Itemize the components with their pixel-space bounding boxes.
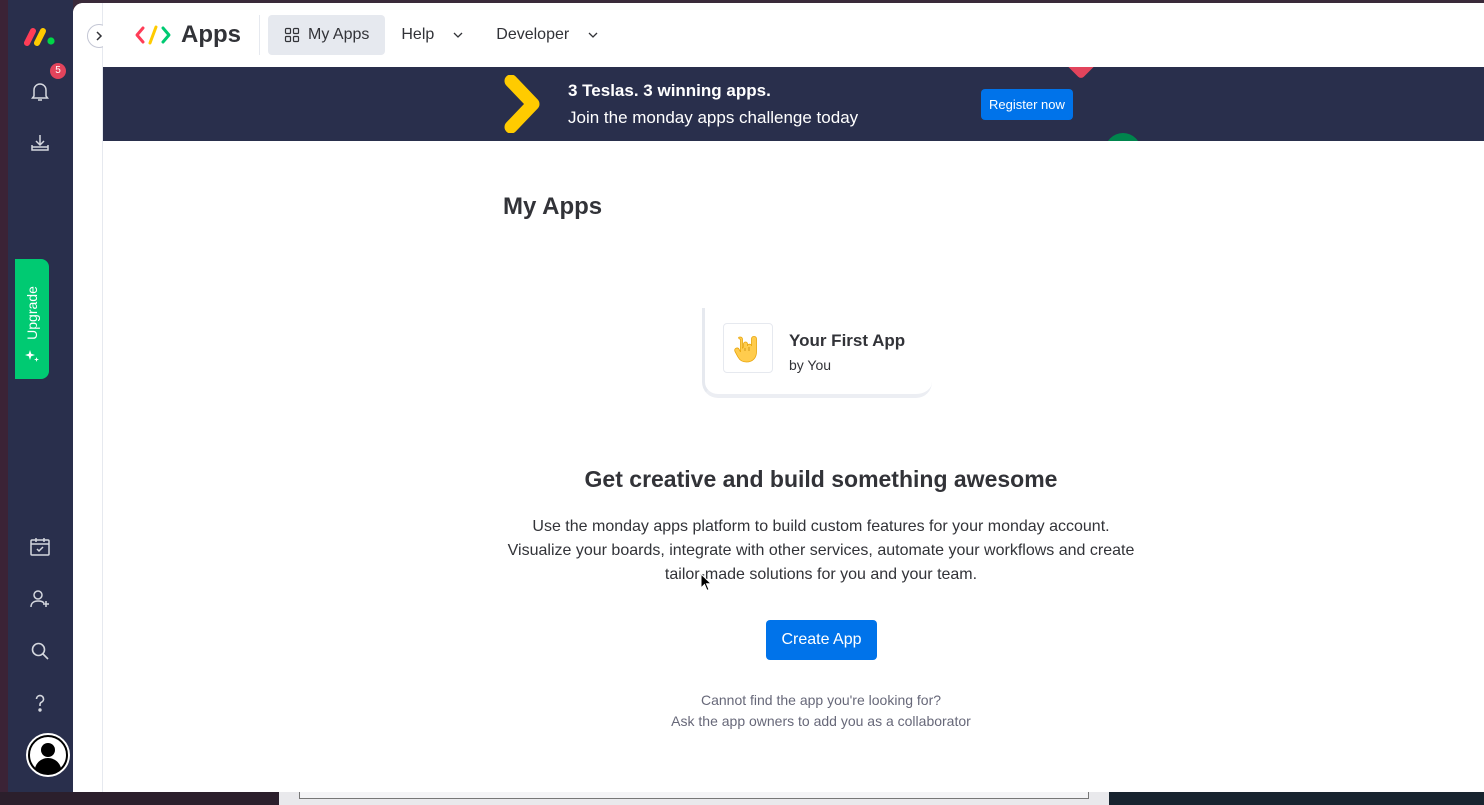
hint-line-1: Cannot find the app you're looking for?: [700, 692, 942, 708]
sparkle-icon: [25, 350, 39, 362]
search-icon[interactable]: [28, 639, 52, 663]
apps-window: Apps My Apps Help Developer 3 Teslas. 3 …: [73, 3, 1484, 792]
page-title: My Apps: [503, 193, 603, 220]
avatar[interactable]: [26, 733, 70, 777]
collapsed-sidebar: [73, 3, 111, 792]
background-window: [279, 792, 1109, 805]
code-brackets-icon: [135, 25, 171, 45]
app-title: Apps: [181, 21, 241, 48]
calendar-check-icon[interactable]: [28, 535, 52, 559]
grid-icon: [284, 27, 300, 43]
banner-decoration: [1065, 67, 1097, 80]
upgrade-label: Upgrade: [24, 286, 40, 340]
desktop-background: [0, 0, 8, 805]
notification-badge: 5: [50, 63, 66, 79]
add-user-icon[interactable]: [28, 587, 52, 611]
tab-developer[interactable]: Developer: [480, 15, 615, 55]
tab-developer-label: Developer: [496, 26, 570, 43]
hint-line-2: Ask the app owners to add you as a colla…: [671, 713, 971, 729]
left-rail: 5 Upgrade: [8, 0, 73, 792]
avatar-icon: [28, 735, 68, 775]
mouse-cursor-icon: [700, 573, 712, 592]
app-icon-box: [723, 323, 773, 373]
sample-app-author: by You: [789, 357, 832, 373]
tab-help-label: Help: [401, 26, 435, 43]
create-app-button[interactable]: Create App: [766, 620, 877, 660]
download-icon[interactable]: [28, 131, 52, 155]
apps-brand[interactable]: Apps: [135, 19, 241, 51]
desktop-bottom-strip: [0, 792, 1484, 805]
chevron-logo-icon: [504, 75, 540, 133]
tab-help[interactable]: Help: [385, 15, 480, 55]
empty-state-description: Use the monday apps platform to build cu…: [507, 518, 1135, 583]
banner-subline: Join the monday apps challenge today: [568, 108, 859, 127]
register-now-button[interactable]: Register now: [981, 89, 1073, 120]
sample-app-name: Your First App: [789, 331, 906, 350]
promo-banner: 3 Teslas. 3 winning apps. Join the monda…: [103, 67, 1484, 141]
chevron-down-icon: [453, 32, 463, 38]
tab-my-apps-label: My Apps: [308, 26, 370, 43]
upgrade-button[interactable]: Upgrade: [15, 259, 49, 379]
rock-hand-emoji-icon: [734, 336, 757, 363]
header-divider: [259, 15, 260, 55]
top-nav: My Apps Help Developer: [268, 15, 615, 55]
collaborator-hint: Cannot find the app you're looking for? …: [621, 690, 1021, 732]
sample-app-card: Your First App by You: [702, 308, 932, 398]
banner-headline: 3 Teslas. 3 winning apps.: [568, 81, 771, 100]
main-content: My Apps Your First App by You Get creati…: [103, 141, 1484, 792]
chevron-down-icon: [588, 32, 598, 38]
desktop-wallpaper: [1109, 792, 1484, 805]
banner-decoration: [1105, 133, 1141, 141]
tab-my-apps[interactable]: My Apps: [268, 15, 386, 55]
empty-state-headline: Get creative and build something awesome: [584, 466, 1058, 492]
help-icon[interactable]: [28, 691, 52, 715]
bell-icon[interactable]: [28, 79, 52, 103]
top-bar: Apps My Apps Help Developer: [103, 3, 1484, 67]
monday-logo-icon[interactable]: [24, 22, 58, 48]
